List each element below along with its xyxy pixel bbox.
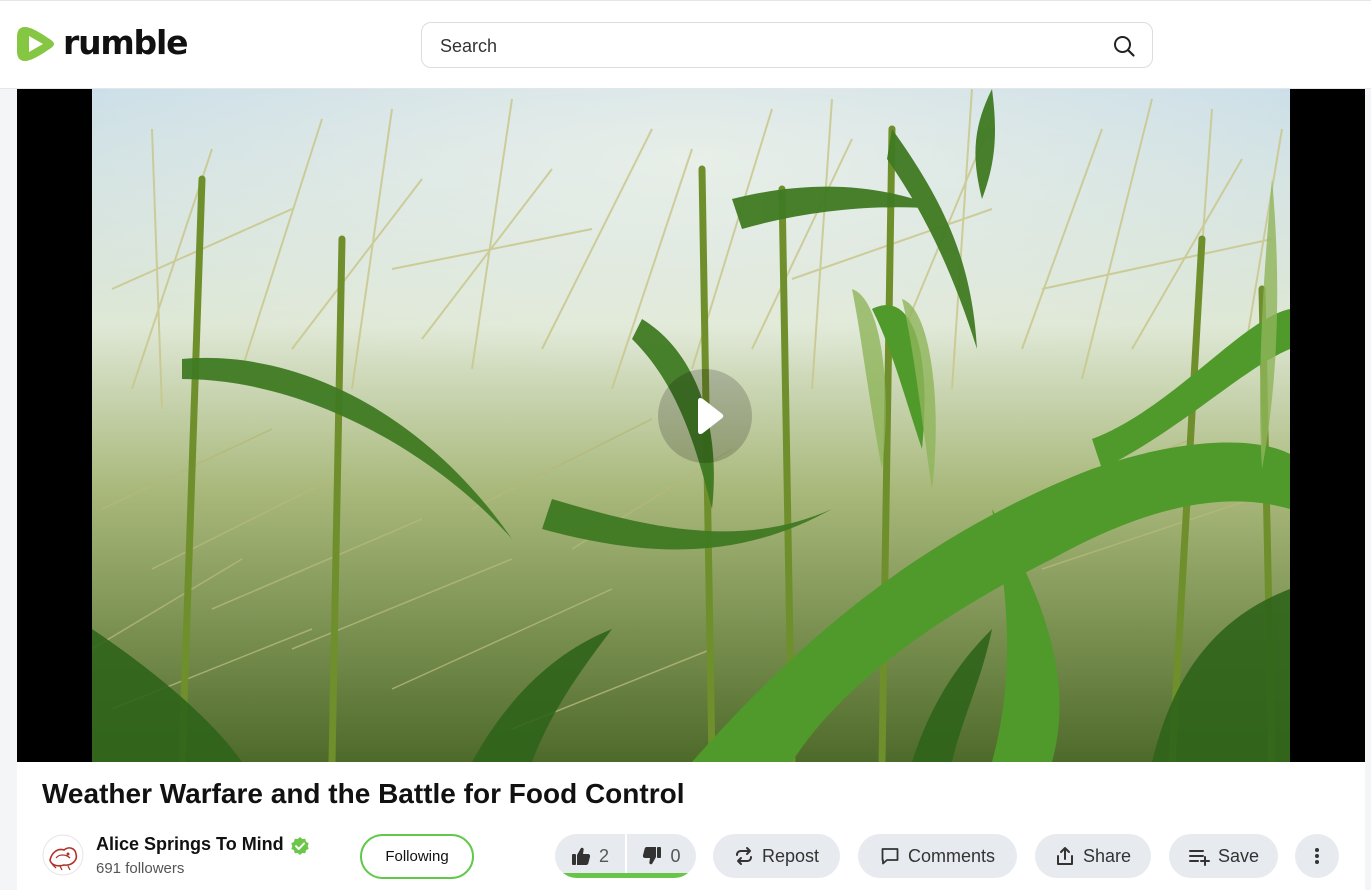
play-icon <box>698 397 724 435</box>
follower-count: 691 followers <box>96 860 185 877</box>
comments-label: Comments <box>907 845 996 866</box>
verified-icon <box>291 837 309 855</box>
upvote-button[interactable]: 2 <box>555 834 625 878</box>
video-title: Weather Warfare and the Battle for Food … <box>42 778 685 809</box>
vote-group: 2 0 <box>555 834 696 878</box>
search-bar <box>421 22 1153 68</box>
channel-avatar-icon <box>42 834 84 876</box>
repost-icon <box>735 847 752 865</box>
following-button[interactable]: Following <box>360 834 474 879</box>
rumble-logo-icon <box>17 27 54 61</box>
comment-icon <box>881 848 899 865</box>
more-vertical-icon <box>1315 848 1319 864</box>
save-playlist-icon <box>1188 850 1210 866</box>
downvote-button[interactable]: 0 <box>627 834 696 878</box>
video-info: Weather Warfare and the Battle for Food … <box>17 762 1365 890</box>
rumble-logo[interactable]: rumble <box>16 22 188 65</box>
search-input[interactable] <box>440 34 1080 58</box>
upvote-count: 2 <box>598 845 609 866</box>
save-button[interactable]: Save <box>1169 834 1278 878</box>
more-options-button[interactable] <box>1295 834 1339 878</box>
repost-button[interactable]: Repost <box>713 834 840 878</box>
channel-avatar[interactable] <box>42 834 84 876</box>
share-label: Share <box>1082 845 1132 866</box>
logo-wordmark: rumble <box>63 22 188 62</box>
search-icon[interactable] <box>1112 34 1136 58</box>
vote-ratio-bar <box>559 873 692 878</box>
comments-button[interactable]: Comments <box>858 834 1017 878</box>
top-header: rumble <box>0 0 1371 89</box>
share-button[interactable]: Share <box>1035 834 1151 878</box>
play-button[interactable] <box>658 369 752 463</box>
save-label: Save <box>1217 845 1260 866</box>
downvote-count: 0 <box>670 845 681 866</box>
thumbs-down-icon <box>643 847 662 865</box>
repost-label: Repost <box>761 845 820 866</box>
share-icon <box>1056 847 1073 865</box>
video-player[interactable] <box>17 89 1365 762</box>
channel-name[interactable]: Alice Springs To Mind <box>96 834 284 855</box>
thumbs-up-icon <box>571 847 591 865</box>
